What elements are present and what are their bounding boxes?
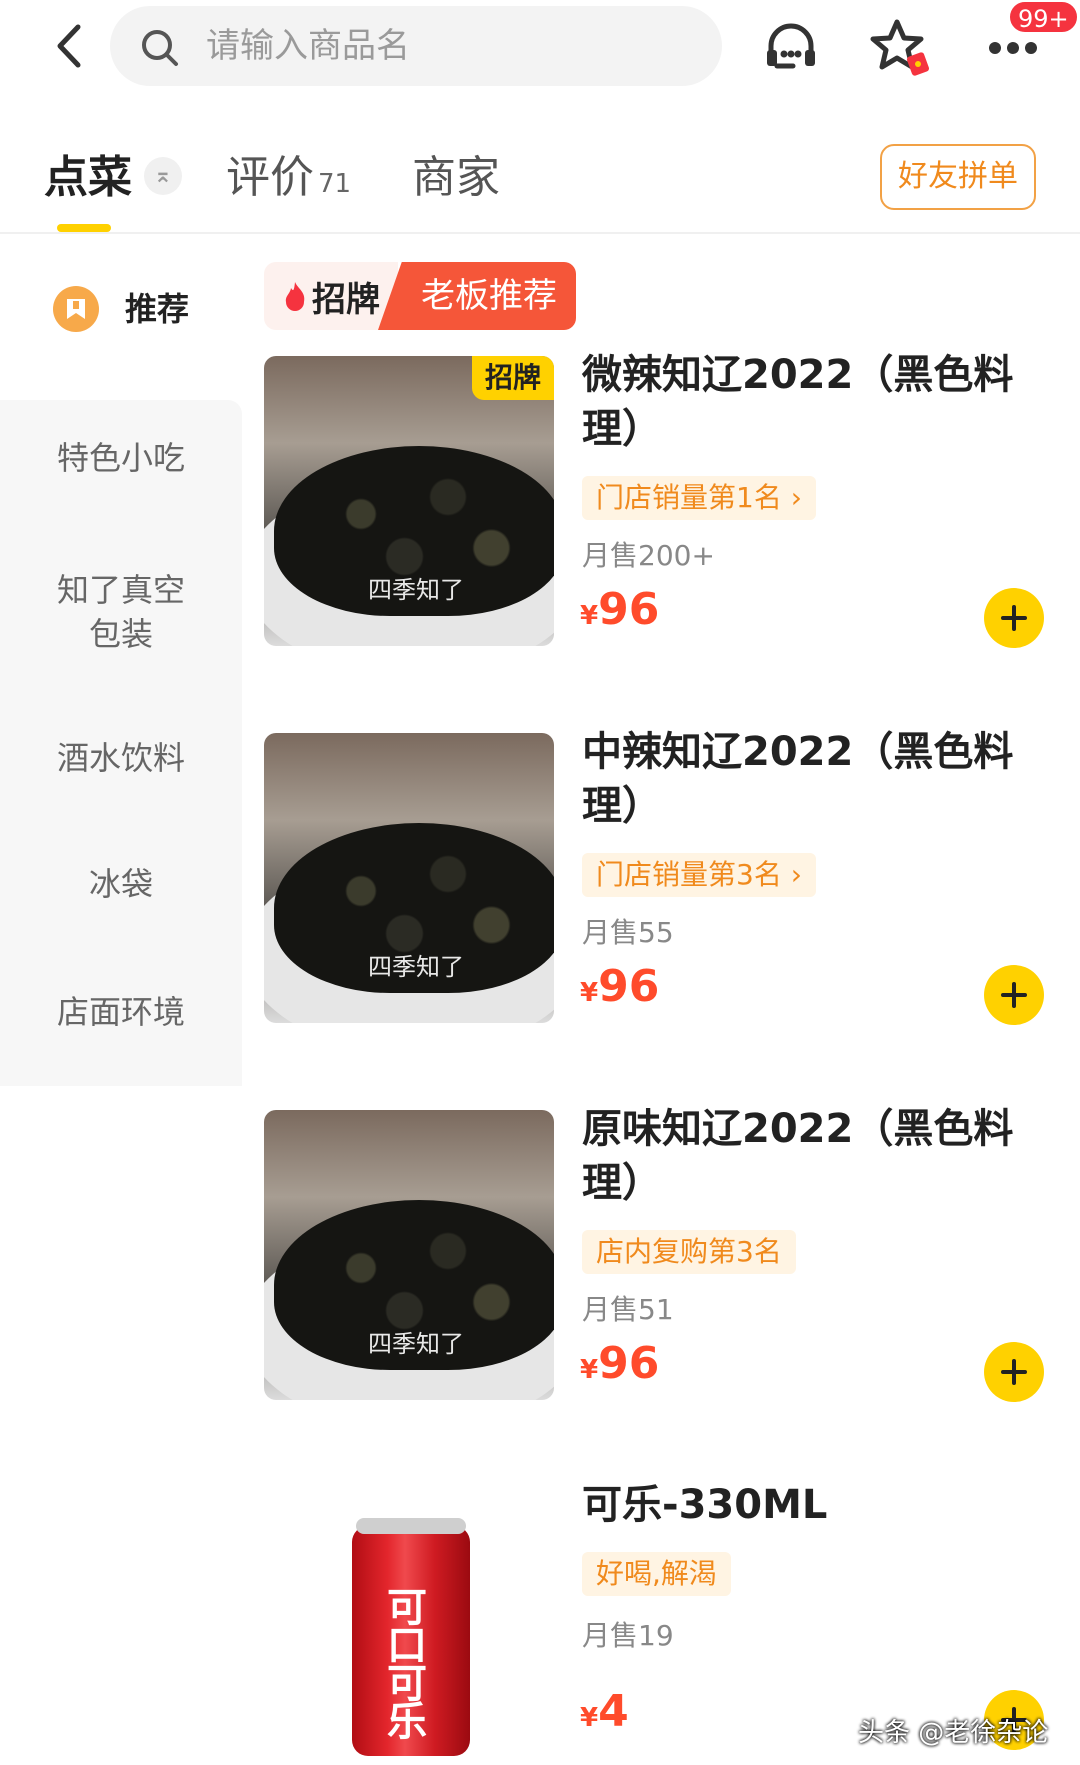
sidebar-item-label: 特色小吃 [56,439,185,477]
tab-order[interactable]: 点菜 ⌅ [44,148,182,208]
plus-icon [1001,982,1027,1008]
category-sidebar: 推荐 特色小吃 知了真空包装 酒水饮料 冰袋 店面环境 [0,236,242,1765]
rank-chip[interactable]: 门店销量第1名 › [582,476,816,520]
monthly-sales: 月售200+ [582,539,715,572]
search-icon [142,30,178,66]
sidebar-item-store-environment[interactable]: 店面环境 [0,990,242,1034]
product-image[interactable]: 可口可乐 [264,1486,554,1765]
plus-icon [1001,1359,1027,1385]
price: ¥96 [580,584,659,635]
sidebar-item-ice-pack[interactable]: 冰袋 [0,862,242,906]
add-to-cart-button[interactable] [984,1342,1044,1402]
sidebar-background-lower [0,1086,242,1765]
product-title: 微辣知辽2022（黑色料理） [582,352,1014,452]
top-bar: 99+ [0,0,1080,100]
price: ¥4 [580,1686,629,1737]
plus-icon [1001,605,1027,631]
flame-icon [285,282,305,311]
product-card[interactable]: 四季知了 中辣知辽2022（黑色料理） 门店销量第3名 › 月售55 ¥96 [264,729,1044,1033]
tab-review-label: 评价 [226,152,314,203]
rank-chip[interactable]: 门店销量第3名 › [582,853,816,897]
add-to-cart-button[interactable] [984,965,1044,1025]
group-order-button[interactable]: 好友拼单 [880,144,1036,210]
can-lid [356,1518,466,1534]
currency-symbol: ¥ [580,978,599,1008]
tab-order-label: 点菜 [44,152,132,203]
section-tag: 招牌 老板推荐 [264,262,576,330]
product-image[interactable]: 四季知了 [264,1110,554,1400]
cola-can-image: 可口可乐 [352,1518,470,1756]
image-watermark: 四季知了 [368,953,464,981]
tag-chip: 好喝,解渴 [582,1552,731,1596]
sidebar-item-label: 推荐 [124,290,189,328]
monthly-sales: 月售19 [582,1619,674,1652]
favorite-star-icon[interactable] [868,18,934,78]
price-value: 96 [598,961,660,1012]
sidebar-item-drinks[interactable]: 酒水饮料 [0,736,242,780]
price: ¥96 [580,1338,659,1389]
customer-service-icon[interactable] [758,18,824,78]
tab-review[interactable]: 评价 71 [226,148,351,208]
notification-badge: 99+ [1008,0,1079,34]
signature-tag: 招牌 [264,262,398,330]
sidebar-item-label: 酒水饮料 [56,739,185,777]
signature-badge: 招牌 [472,356,554,400]
product-title: 可乐-330ML [582,1482,828,1528]
sidebar-item-recommend[interactable]: 推荐 [0,266,242,352]
monthly-sales: 月售55 [582,916,674,949]
price-value: 96 [598,584,660,635]
product-card[interactable]: 四季知了 原味知辽2022（黑色料理） 店内复购第3名 月售51 ¥96 [264,1106,1044,1410]
price-value: 96 [598,1338,660,1389]
product-image[interactable]: 四季知了 招牌 [264,356,554,646]
product-title: 中辣知辽2022（黑色料理） [582,729,1014,829]
recommend-icon [52,286,99,332]
sidebar-item-label: 知了真空包装 [56,571,185,653]
currency-symbol: ¥ [580,1703,599,1733]
add-to-cart-button[interactable] [984,588,1044,648]
sidebar-item-label: 冰袋 [88,865,153,903]
rank-chip: 店内复购第3名 [582,1230,796,1274]
product-image[interactable]: 四季知了 [264,733,554,1023]
sidebar-item-snacks[interactable]: 特色小吃 [0,436,242,480]
price: ¥96 [580,961,659,1012]
can-logo-text: 可口可乐 [380,1586,426,1738]
signature-tag-label: 招牌 [312,279,380,320]
tab-active-indicator [57,224,111,232]
tab-shop-label: 商家 [412,152,500,203]
sidebar-item-vacuum-pack[interactable]: 知了真空包装 [0,568,242,656]
tab-bar: 点菜 ⌅ 评价 71 商家 好友拼单 [0,120,1080,234]
review-count: 71 [318,169,352,199]
tab-shop[interactable]: 商家 [412,148,500,208]
product-title: 原味知辽2022（黑色料理） [582,1106,1014,1206]
boss-recommend-tag: 老板推荐 [378,262,576,330]
back-icon[interactable] [44,18,94,74]
search-input[interactable] [206,18,686,74]
source-watermark: 头条 @老徐杂论 [858,1718,1049,1748]
product-card[interactable]: 四季知了 招牌 微辣知辽2022（黑色料理） 门店销量第1名 › 月售200+ … [264,352,1044,656]
search-bar[interactable] [110,6,722,86]
image-watermark: 四季知了 [368,1330,464,1358]
monthly-sales: 月售51 [582,1293,674,1326]
price-value: 4 [598,1686,629,1737]
currency-symbol: ¥ [580,1355,599,1385]
image-watermark: 四季知了 [368,576,464,604]
currency-symbol: ¥ [580,601,599,631]
collapse-icon[interactable]: ⌅ [144,157,182,195]
sidebar-item-label: 店面环境 [56,993,185,1031]
